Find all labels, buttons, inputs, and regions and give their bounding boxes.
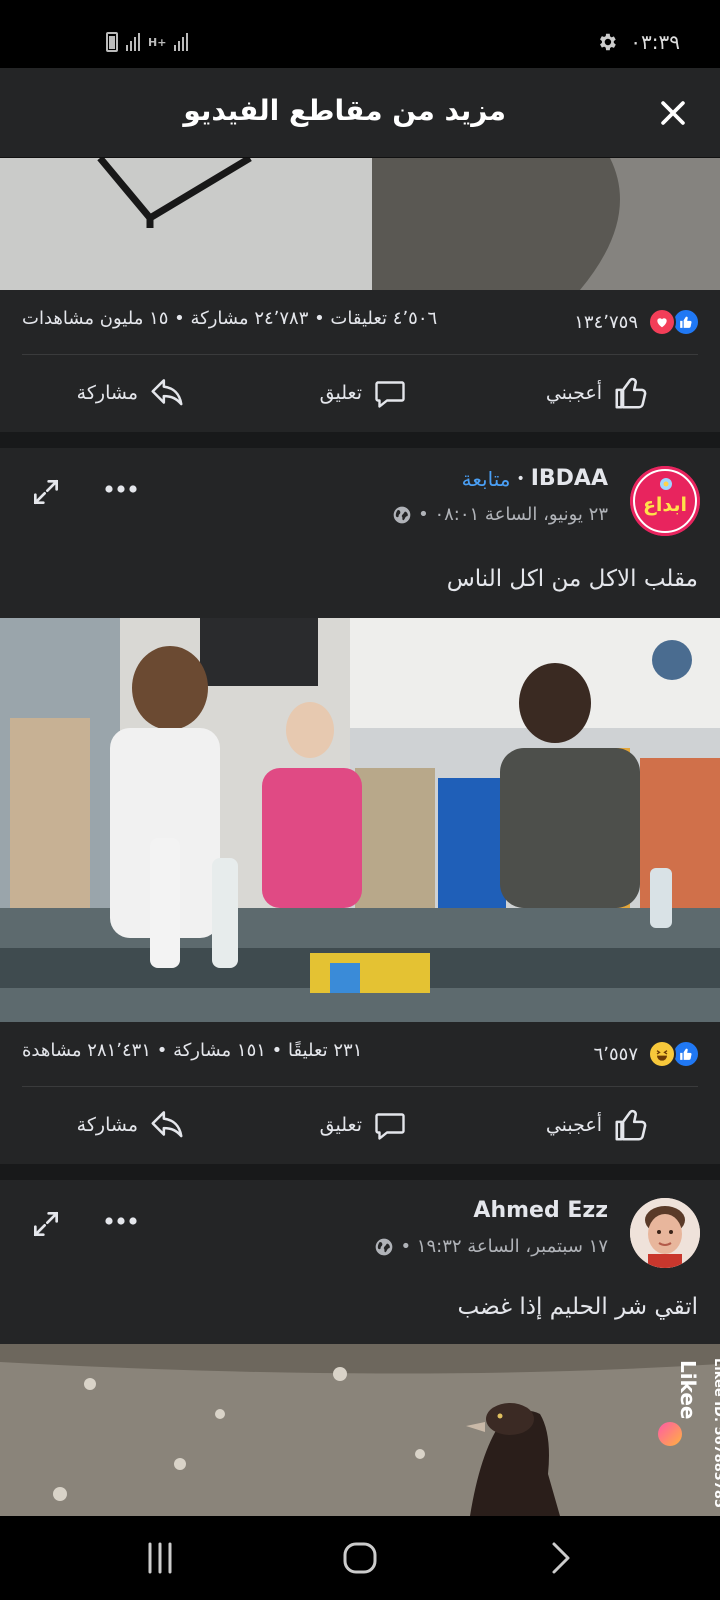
- share-label: مشاركة: [76, 1114, 138, 1136]
- author-name[interactable]: IBDAA: [531, 466, 608, 491]
- globe-icon: [393, 506, 411, 523]
- post-caption: مقلب الاكل من اكل الناس: [446, 566, 698, 592]
- follow-button[interactable]: متابعة: [462, 467, 511, 491]
- like-label: أعجبني: [545, 1114, 602, 1136]
- expand-icon[interactable]: [30, 1208, 62, 1240]
- status-left: H+: [106, 32, 189, 52]
- post-time[interactable]: ١٧ سبتمبر، الساعة ١٩:٣٢ •: [400, 1236, 608, 1257]
- status-bar: H+ ٠٣:٣٩: [0, 0, 720, 68]
- reactions[interactable]: ١٣٤٬٧٥٩: [574, 308, 700, 336]
- post-meta: ١٧ سبتمبر، الساعة ١٩:٣٢ •: [374, 1236, 608, 1257]
- recents-icon[interactable]: [140, 1536, 180, 1580]
- globe-icon: [376, 1238, 393, 1255]
- video-thumbnail[interactable]: [0, 618, 720, 1022]
- comment-label: تعليق: [319, 382, 362, 404]
- likee-logo-icon: [658, 1422, 682, 1446]
- signal-icon: [174, 33, 189, 51]
- post-summary[interactable]: ٤٬٥٠٦ تعليقات • ٢٤٬٧٨٣ مشاركة • ١٥ مليون…: [22, 308, 437, 329]
- share-button[interactable]: مشاركة: [77, 355, 186, 431]
- like-button[interactable]: أعجبني: [546, 355, 650, 431]
- post-card: ١٣٤٬٧٥٩ ٤٬٥٠٦ تعليقات • ٢٤٬٧٨٣ مشاركة • …: [0, 290, 720, 432]
- post-summary[interactable]: ٢٣١ تعليقًا • ١٥١ مشاركة • ٢٨١٬٤٣١ مشاهد…: [22, 1040, 362, 1061]
- comment-button[interactable]: تعليق: [320, 1087, 408, 1163]
- signal-icon: [126, 33, 140, 51]
- post-card: ابداع IBDAA • متابعة ٢٣ يونيو، الساعة ٠٨…: [0, 448, 720, 618]
- post-time[interactable]: ٢٣ يونيو، الساعة ٠٨:٠١ •: [418, 504, 608, 525]
- status-time: ٠٣:٣٩: [630, 30, 680, 54]
- system-nav-bar: [0, 1516, 720, 1600]
- more-options-icon[interactable]: [104, 1214, 138, 1228]
- watermark-id: Likee ID: 567883785: [711, 1358, 720, 1508]
- reactions-count: ١٣٤٬٧٥٩: [574, 311, 638, 333]
- watermark-text: Likee: [676, 1360, 700, 1420]
- share-label: مشاركة: [76, 382, 138, 404]
- avatar-text: ابداع: [642, 494, 688, 516]
- status-right: ٠٣:٣٩: [596, 30, 680, 54]
- separator: •: [516, 470, 525, 487]
- thumbs-up-icon: [615, 1109, 647, 1141]
- battery-icon: [106, 32, 118, 52]
- comment-icon: [375, 1113, 405, 1140]
- video-thumbnail[interactable]: [0, 1344, 720, 1516]
- post-separator: [0, 432, 720, 448]
- like-icon: [672, 308, 700, 336]
- author-line: Ahmed Ezz: [473, 1198, 608, 1223]
- network-type: H+: [148, 35, 167, 49]
- gear-icon: [600, 33, 617, 51]
- post-stats: ٦٬٥٥٧ ٢٣١ تعليقًا • ١٥١ مشاركة • ٢٨١٬٤٣١…: [0, 1022, 720, 1086]
- post-meta: ٢٣ يونيو، الساعة ٠٨:٠١ •: [392, 504, 608, 525]
- top-bar: مزيد من مقاطع الفيديو: [0, 68, 720, 158]
- like-icon: [672, 1040, 700, 1068]
- share-button[interactable]: مشاركة: [77, 1087, 186, 1163]
- share-icon: [151, 379, 183, 406]
- reactions[interactable]: ٦٬٥٥٧: [594, 1040, 700, 1068]
- back-icon[interactable]: [542, 1536, 582, 1580]
- author-name[interactable]: Ahmed Ezz: [473, 1198, 608, 1223]
- avatar[interactable]: ابداع: [630, 466, 700, 536]
- like-label: أعجبني: [545, 382, 602, 404]
- post-separator: [0, 1164, 720, 1180]
- avatar[interactable]: [630, 1198, 700, 1268]
- home-icon[interactable]: [340, 1536, 380, 1580]
- close-icon[interactable]: [656, 96, 690, 130]
- action-bar: أعجبني تعليق مشاركة: [0, 1087, 720, 1163]
- like-button[interactable]: أعجبني: [546, 1087, 650, 1163]
- post-header: ابداع IBDAA • متابعة ٢٣ يونيو، الساعة ٠٨…: [0, 448, 720, 548]
- comment-label: تعليق: [319, 1114, 362, 1136]
- post-stats: ١٣٤٬٧٥٩ ٤٬٥٠٦ تعليقات • ٢٤٬٧٨٣ مشاركة • …: [0, 290, 720, 354]
- share-icon: [151, 1111, 183, 1138]
- likee-watermark: Likee: [658, 1360, 702, 1510]
- love-icon: [648, 308, 676, 336]
- author-line: IBDAA • متابعة: [462, 466, 608, 491]
- reactions-count: ٦٬٥٥٧: [593, 1043, 638, 1065]
- expand-icon[interactable]: [30, 476, 62, 508]
- haha-icon: [648, 1040, 676, 1068]
- more-options-icon[interactable]: [104, 482, 138, 496]
- post-card: ٦٬٥٥٧ ٢٣١ تعليقًا • ١٥١ مشاركة • ٢٨١٬٤٣١…: [0, 1022, 720, 1164]
- comment-button[interactable]: تعليق: [320, 355, 408, 431]
- post-header: Ahmed Ezz ١٧ سبتمبر، الساعة ١٩:٣٢ •: [0, 1180, 720, 1280]
- thumbs-up-icon: [615, 377, 647, 409]
- post-card: Ahmed Ezz ١٧ سبتمبر، الساعة ١٩:٣٢ • اتقي…: [0, 1180, 720, 1344]
- post-caption: اتقي شر الحليم إذا غضب: [457, 1294, 699, 1320]
- page-title: مزيد من مقاطع الفيديو: [183, 94, 506, 127]
- comment-icon: [375, 381, 405, 408]
- action-bar: أعجبني تعليق مشاركة: [0, 355, 720, 431]
- video-thumbnail[interactable]: [0, 158, 720, 290]
